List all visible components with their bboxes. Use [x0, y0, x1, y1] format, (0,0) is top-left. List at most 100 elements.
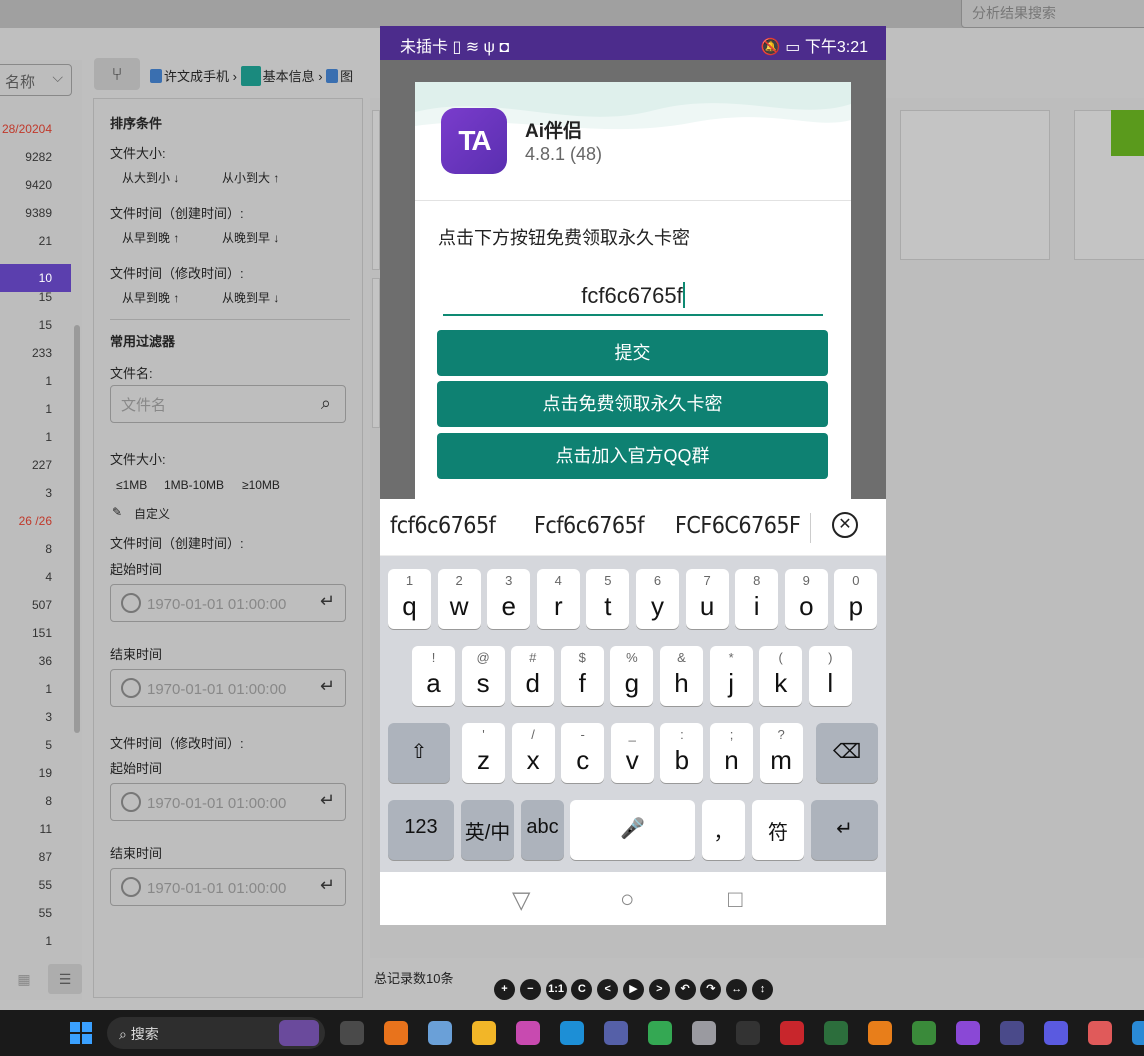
key-l[interactable]: ) l: [808, 646, 852, 706]
key-x[interactable]: / x: [511, 723, 555, 783]
photos-icon[interactable]: [428, 1021, 452, 1045]
count-item[interactable]: 36: [0, 654, 52, 668]
branch-icon[interactable]: ⑂: [94, 58, 140, 90]
count-item[interactable]: 19: [0, 766, 52, 780]
ctime-start-input[interactable]: 1970-01-01 01:00:00 ↵: [110, 584, 346, 622]
player-button[interactable]: −: [519, 979, 541, 1000]
count-item[interactable]: 3: [0, 710, 52, 724]
count-item[interactable]: 507: [0, 598, 52, 612]
count-item[interactable]: 1: [0, 934, 52, 948]
player-button[interactable]: ↷: [700, 979, 722, 1000]
list-view-icon[interactable]: ☰: [48, 964, 82, 994]
left-scrollbar[interactable]: [74, 325, 80, 733]
space-key[interactable]: 🎤: [570, 800, 695, 860]
key-a[interactable]: ! a: [412, 646, 455, 706]
app-icon[interactable]: [868, 1021, 892, 1045]
home-icon[interactable]: ○: [620, 886, 635, 914]
edge-icon[interactable]: [560, 1021, 584, 1045]
custom-option[interactable]: 自定义: [134, 505, 170, 522]
key-lang[interactable]: 英/中: [461, 800, 514, 860]
key-b[interactable]: :b: [660, 723, 704, 783]
app-icon[interactable]: [912, 1021, 936, 1045]
count-item[interactable]: 233: [0, 346, 52, 360]
player-button[interactable]: ▶: [623, 979, 644, 1000]
count-item-active[interactable]: 10: [0, 264, 71, 292]
count-item[interactable]: 1: [0, 682, 52, 696]
count-item[interactable]: 15: [0, 318, 52, 332]
ctime-early-option[interactable]: 从早到晚 ↑: [122, 229, 179, 246]
thumbnail[interactable]: [900, 110, 1050, 260]
player-button[interactable]: ↕: [752, 979, 773, 1000]
player-button[interactable]: +: [494, 979, 515, 1000]
suggestion-item[interactable]: Fcf6c6765f: [534, 513, 645, 539]
player-button[interactable]: ↔: [726, 979, 748, 1000]
key-e[interactable]: 3e: [487, 569, 531, 629]
app-icon[interactable]: [1132, 1021, 1144, 1045]
breadcrumb-item-image[interactable]: 图: [340, 69, 353, 84]
taskbar-search[interactable]: ⌕ 搜索: [107, 1017, 325, 1049]
key-t[interactable]: 5t: [586, 569, 630, 629]
count-item[interactable]: 55: [0, 878, 52, 892]
suggestion-item[interactable]: fcf6c6765f: [390, 513, 496, 539]
app-icon[interactable]: [956, 1021, 980, 1045]
join-qq-button[interactable]: 点击加入官方QQ群: [437, 433, 828, 479]
count-item[interactable]: 1: [0, 402, 52, 416]
count-item[interactable]: 5: [0, 738, 52, 752]
count-item[interactable]: 55: [0, 906, 52, 920]
app-icon[interactable]: [692, 1021, 716, 1045]
count-item[interactable]: 15: [0, 290, 52, 304]
ctime-late-option[interactable]: 从晚到早 ↓: [222, 229, 279, 246]
breadcrumb-item-phone[interactable]: 许文成手机: [164, 69, 229, 84]
wps-icon[interactable]: [780, 1021, 804, 1045]
count-item[interactable]: 9389: [0, 206, 52, 220]
enter-icon[interactable]: ↵: [315, 591, 335, 612]
count-item[interactable]: 87: [0, 850, 52, 864]
count-item[interactable]: 1: [0, 430, 52, 444]
thumbnail[interactable]: [372, 278, 380, 428]
key-v[interactable]: _ v: [610, 723, 654, 783]
name-select[interactable]: 名称 ⌵: [0, 64, 72, 96]
submit-button[interactable]: 提交: [437, 330, 828, 376]
key-u[interactable]: 7u: [685, 569, 729, 629]
size-option-large[interactable]: ≥10MB: [242, 478, 280, 492]
count-item[interactable]: 8: [0, 794, 52, 808]
player-button[interactable]: C: [571, 979, 593, 1000]
back-icon[interactable]: ▽: [512, 886, 530, 915]
count-item[interactable]: 8: [0, 542, 52, 556]
enter-icon[interactable]: ↵: [315, 875, 335, 896]
app-icon[interactable]: [516, 1021, 540, 1045]
key-m[interactable]: ? m: [759, 723, 803, 783]
key-d[interactable]: # d: [511, 646, 555, 706]
size-desc-option[interactable]: 从大到小 ↓: [122, 169, 179, 186]
key-o[interactable]: 9o: [784, 569, 828, 629]
task-view-icon[interactable]: [340, 1021, 364, 1045]
ctime-end-input[interactable]: 1970-01-01 01:00:00 ↵: [110, 669, 346, 707]
backspace-icon[interactable]: ⌫: [816, 723, 878, 783]
count-item[interactable]: 9282: [0, 150, 52, 164]
player-button[interactable]: >: [648, 979, 670, 1000]
mtime-early-option[interactable]: 从早到晚 ↑: [122, 289, 179, 306]
count-item[interactable]: 9420: [0, 178, 52, 192]
key-123[interactable]: 123: [388, 800, 454, 860]
file-explorer-icon[interactable]: [472, 1021, 496, 1045]
filename-input[interactable]: 文件名 ⌕: [110, 385, 346, 423]
app-icon[interactable]: [1088, 1021, 1112, 1045]
player-button[interactable]: <: [597, 979, 619, 1000]
mtime-end-input[interactable]: 1970-01-01 01:00:00 ↵: [110, 868, 346, 906]
chrome-icon[interactable]: [648, 1021, 672, 1045]
player-button[interactable]: 1:1: [545, 979, 567, 1000]
app-icon[interactable]: [736, 1021, 760, 1045]
enter-icon[interactable]: ↵: [315, 790, 335, 811]
firefox-icon[interactable]: [384, 1021, 408, 1045]
analysis-search-input[interactable]: 分析结果搜索: [961, 0, 1144, 28]
grid-view-icon[interactable]: ▦: [10, 964, 38, 994]
key-h[interactable]: & h: [660, 646, 703, 706]
get-key-button[interactable]: 点击免费领取永久卡密: [437, 381, 828, 427]
enter-icon[interactable]: ↵: [811, 800, 878, 860]
key-w[interactable]: 2w: [437, 569, 481, 629]
app-icon[interactable]: [604, 1021, 628, 1045]
size-asc-option[interactable]: 从小到大 ↑: [222, 169, 279, 186]
count-item[interactable]: 26 /26: [0, 514, 52, 528]
mtime-start-input[interactable]: 1970-01-01 01:00:00 ↵: [110, 783, 346, 821]
key-p[interactable]: 0p: [834, 569, 878, 629]
